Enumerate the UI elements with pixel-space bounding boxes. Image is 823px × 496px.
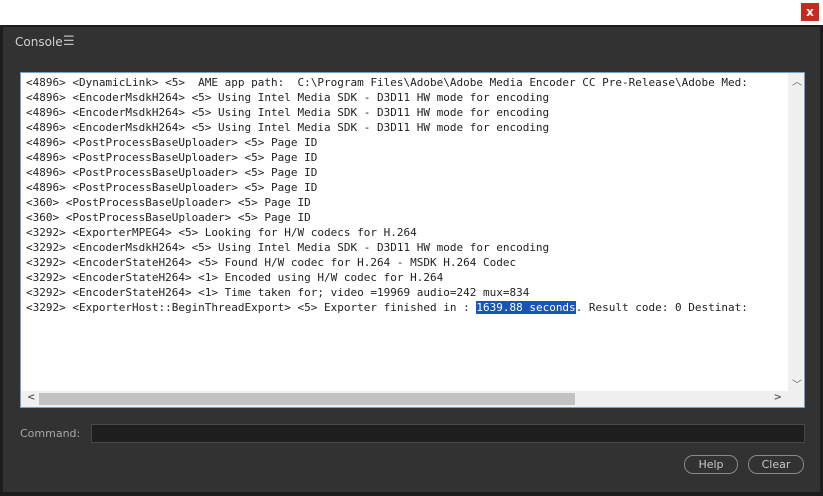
console-line: <3292> <EncoderMsdkH264> <5> Using Intel… — [26, 241, 550, 254]
horizontal-scrollbar[interactable]: < > — [21, 391, 804, 407]
window-titlebar: x — [0, 0, 823, 25]
scroll-right-icon[interactable]: > — [774, 392, 782, 403]
command-input[interactable] — [91, 424, 805, 443]
vertical-scrollbar[interactable]: ︿ ﹀ — [788, 73, 804, 391]
line-prefix: <3292> <ExporterHost::BeginThreadExport>… — [26, 301, 477, 314]
hamburger-menu-icon[interactable]: ☰ — [63, 34, 75, 49]
command-label: Command: — [20, 427, 81, 440]
console-line: <3292> <ExporterMPEG4> <5> Looking for H… — [26, 226, 417, 239]
console-line: <3292> <EncoderStateH264> <1> Encoded us… — [26, 271, 444, 284]
console-line: <4896> <PostProcessBaseUploader> <5> Pag… — [26, 166, 318, 179]
scroll-up-icon[interactable]: ︿ — [792, 73, 802, 88]
console-output[interactable]: <4896> <DynamicLink> <5> AME app path: C… — [20, 72, 805, 408]
scroll-thumb[interactable] — [39, 393, 575, 405]
scroll-left-icon[interactable]: < — [27, 392, 35, 403]
console-line: <4896> <EncoderMsdkH264> <5> Using Intel… — [26, 91, 550, 104]
console-line: <4896> <DynamicLink> <5> AME app path: C… — [26, 76, 748, 89]
console-line-last: <3292> <ExporterHost::BeginThreadExport>… — [26, 300, 786, 315]
console-lines: <4896> <DynamicLink> <5> AME app path: C… — [26, 75, 786, 315]
console-line: <360> <PostProcessBaseUploader> <5> Page… — [26, 196, 311, 209]
panel-header: Console ☰ — [3, 27, 820, 55]
console-panel: Console ☰ <4896> <DynamicLink> <5> AME a… — [3, 27, 820, 492]
console-line: <4896> <PostProcessBaseUploader> <5> Pag… — [26, 136, 318, 149]
panel-title: Console — [15, 35, 63, 49]
console-line: <3292> <EncoderStateH264> <1> Time taken… — [26, 286, 530, 299]
console-line: <3292> <EncoderStateH264> <5> Found H/W … — [26, 256, 517, 269]
scroll-down-icon[interactable]: ﹀ — [792, 376, 802, 391]
console-line: <360> <PostProcessBaseUploader> <5> Page… — [26, 211, 311, 224]
selected-text: 1639.88 seconds — [476, 301, 576, 314]
clear-button[interactable]: Clear — [748, 455, 804, 474]
console-line: <4896> <PostProcessBaseUploader> <5> Pag… — [26, 151, 318, 164]
console-line: <4896> <EncoderMsdkH264> <5> Using Intel… — [26, 121, 550, 134]
line-suffix: . Result code: 0 Destinat: — [575, 301, 748, 314]
close-button[interactable]: x — [801, 3, 819, 21]
console-line: <4896> <EncoderMsdkH264> <5> Using Intel… — [26, 106, 550, 119]
help-button[interactable]: Help — [684, 455, 738, 474]
console-line: <4896> <PostProcessBaseUploader> <5> Pag… — [26, 181, 318, 194]
